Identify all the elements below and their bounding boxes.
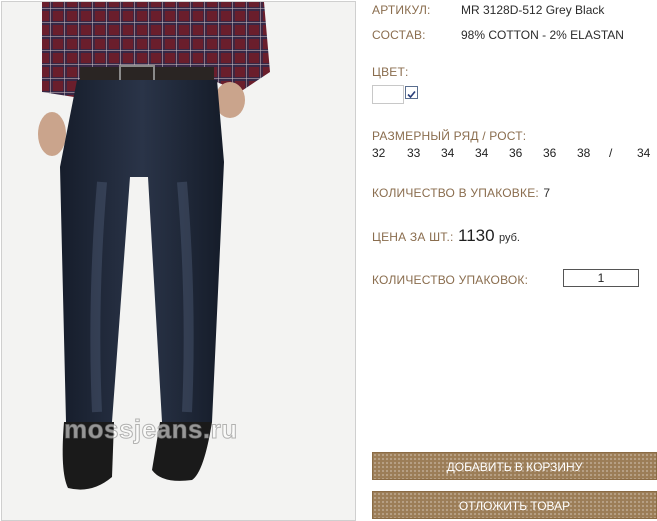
watermark: mossjeans.ru — [64, 414, 238, 445]
composition-label: СОСТАВ: — [372, 28, 426, 42]
pack-qty-label: КОЛИЧЕСТВО В УПАКОВКЕ: — [372, 186, 539, 200]
size-item: 36 — [543, 146, 557, 160]
size-item: 32 — [372, 146, 386, 160]
packs-quantity-input[interactable]: 1 — [563, 269, 639, 287]
size-item: 34 — [475, 146, 489, 160]
color-checkbox[interactable] — [405, 86, 418, 99]
size-item: / — [609, 146, 613, 160]
size-item: 34 — [637, 146, 651, 160]
pack-qty-value: 7 — [543, 186, 551, 200]
size-item: 36 — [509, 146, 523, 160]
article-value: MR 3128D-512 Grey Black — [461, 3, 605, 17]
checkmark-icon — [407, 90, 416, 99]
add-to-cart-button[interactable]: ДОБАВИТЬ В КОРЗИНУ — [372, 452, 657, 480]
price-label: ЦЕНА ЗА ШТ.: — [372, 230, 454, 244]
price-value: 1130 — [458, 226, 495, 245]
price-currency: руб. — [499, 232, 520, 244]
product-photo[interactable]: mossjeans.ru — [1, 1, 356, 521]
size-item: 33 — [407, 146, 421, 160]
size-item: 34 — [441, 146, 455, 160]
color-swatch[interactable] — [372, 85, 404, 104]
color-label: ЦВЕТ: — [372, 65, 409, 79]
composition-value: 98% COTTON - 2% ELASTAN — [461, 28, 624, 42]
postpone-button[interactable]: ОТЛОЖИТЬ ТОВАР — [372, 491, 657, 519]
sizes-list: 32 33 34 34 36 36 38 / 34 — [372, 146, 657, 160]
article-label: АРТИКУЛ: — [372, 3, 431, 17]
sizes-label: РАЗМЕРНЫЙ РЯД / РОСТ: — [372, 129, 527, 143]
size-item: 38 — [577, 146, 591, 160]
packs-label: КОЛИЧЕСТВО УПАКОВОК: — [372, 273, 529, 287]
